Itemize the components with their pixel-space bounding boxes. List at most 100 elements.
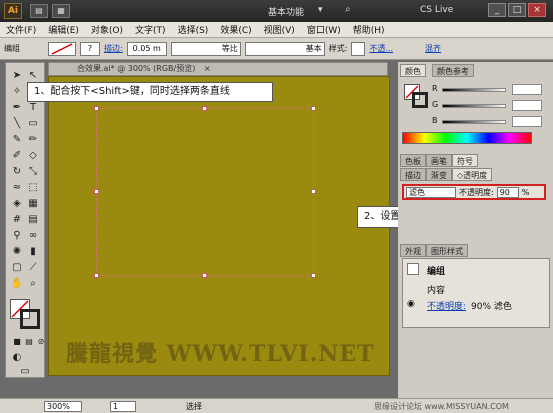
stroke-color-box[interactable]	[20, 309, 40, 329]
selection-handle[interactable]	[94, 273, 99, 278]
tab-transparency[interactable]: ◇透明度	[452, 168, 493, 181]
gradient-tool-icon[interactable]: ▤	[26, 213, 40, 227]
chevron-down-icon[interactable]: ▾	[318, 5, 323, 15]
opacity-link[interactable]: 不透...	[369, 43, 393, 54]
type-tool-icon[interactable]: T	[26, 101, 40, 115]
close-tab-icon[interactable]: ×	[204, 64, 211, 73]
watermark: 騰龍視覺 WWW.TLVI.NET	[66, 341, 375, 367]
menu-window[interactable]: 窗口(W)	[301, 23, 347, 36]
b-slider[interactable]	[442, 120, 506, 124]
menu-object[interactable]: 对象(O)	[85, 23, 129, 36]
tab-appearance[interactable]: 外观	[400, 244, 426, 257]
rectangle-tool-icon[interactable]: ▭	[26, 117, 40, 131]
selection-handle[interactable]	[202, 106, 207, 111]
paintbrush-tool-icon[interactable]: ✎	[10, 133, 24, 147]
pencil-tool-icon[interactable]: ✏	[26, 133, 40, 147]
tab-color-guide[interactable]: 颜色参考	[432, 64, 474, 77]
tab-swatches[interactable]: 色板	[400, 154, 426, 167]
drawing-mode-icon[interactable]: ◐	[10, 351, 24, 365]
selection-handle[interactable]	[311, 273, 316, 278]
magic-wand-tool-icon[interactable]: ✧	[10, 85, 24, 99]
align-link[interactable]: 混齐	[425, 43, 441, 54]
selection-handle[interactable]	[311, 106, 316, 111]
shape-builder-tool-icon[interactable]: ◈	[10, 197, 24, 211]
fill-swatch[interactable]	[48, 41, 76, 56]
tab-gradient[interactable]: 渐变	[426, 168, 452, 181]
selection-tool-icon[interactable]: ➤	[10, 69, 24, 83]
menu-effect[interactable]: 效果(C)	[214, 23, 257, 36]
opacity-field[interactable]: 90	[496, 186, 519, 198]
brush-label: 基本	[305, 44, 322, 53]
artboard-tool-icon[interactable]: ▢	[10, 261, 24, 275]
symbol-sprayer-tool-icon[interactable]: ✺	[10, 245, 24, 259]
g-field[interactable]	[512, 100, 542, 111]
selection-type-label: 编组	[4, 44, 20, 53]
arrange-icon[interactable]: ▦	[52, 4, 70, 18]
pen-tool-icon[interactable]: ✒	[10, 101, 24, 115]
maximize-button[interactable]: □	[508, 3, 526, 17]
r-slider[interactable]	[442, 88, 506, 92]
screen-mode-icon[interactable]: ▭	[18, 365, 32, 379]
tab-stroke[interactable]: 描边	[400, 168, 426, 181]
selection-handle[interactable]	[94, 189, 99, 194]
search-icon[interactable]: ⌕	[345, 4, 351, 15]
mesh-tool-icon[interactable]: #	[10, 213, 24, 227]
appearance-opacity-detail: 90% 滤色	[471, 302, 512, 312]
zoom-select[interactable]: 300%	[44, 401, 82, 412]
tab-graphic-styles[interactable]: 图形样式	[426, 244, 468, 257]
variable-width-profile[interactable]: 等比	[170, 41, 241, 56]
g-slider[interactable]	[442, 104, 506, 108]
r-label: R	[432, 84, 438, 93]
tab-brushes[interactable]: 画笔	[426, 154, 452, 167]
tab-symbols[interactable]: 符号	[452, 154, 478, 167]
slice-tool-icon[interactable]: ⟋	[26, 261, 40, 275]
close-button[interactable]: ×	[528, 3, 546, 17]
menu-file[interactable]: 文件(F)	[0, 23, 42, 36]
warp-tool-icon[interactable]: ≈	[10, 181, 24, 195]
style-swatch[interactable]	[351, 41, 366, 56]
color-spectrum[interactable]	[402, 132, 532, 144]
free-transform-tool-icon[interactable]: ⬚	[26, 181, 40, 195]
workspace-switcher[interactable]: 基本功能	[268, 5, 304, 18]
appearance-opacity-link[interactable]: 不透明度:	[427, 299, 466, 312]
stroke-link[interactable]: 描边:	[104, 43, 123, 54]
blend-tool-icon[interactable]: ∞	[26, 229, 40, 243]
blend-mode-select[interactable]: 滤色	[406, 186, 456, 198]
zoom-tool-icon[interactable]: ⌕	[26, 277, 40, 291]
selection-handle[interactable]	[94, 106, 99, 111]
cs-live-button[interactable]: CS Live	[420, 5, 453, 15]
menu-view[interactable]: 视图(V)	[258, 23, 301, 36]
minimize-button[interactable]: _	[488, 3, 506, 17]
line-tool-icon[interactable]: ╲	[10, 117, 24, 131]
tab-color[interactable]: 颜色	[400, 64, 426, 77]
eyedropper-tool-icon[interactable]: ⚲	[10, 229, 24, 243]
perspective-grid-tool-icon[interactable]: ▦	[26, 197, 40, 211]
menu-help[interactable]: 帮助(H)	[347, 23, 391, 36]
rotate-tool-icon[interactable]: ↻	[10, 165, 24, 179]
scale-tool-icon[interactable]: ⤡	[26, 165, 40, 179]
stroke-swatch[interactable]: ?	[80, 41, 100, 56]
blob-brush-tool-icon[interactable]: ✐	[10, 149, 24, 163]
menu-select[interactable]: 选择(S)	[172, 23, 215, 36]
menu-type[interactable]: 文字(T)	[129, 23, 172, 36]
eye-icon[interactable]: ◉	[407, 299, 415, 309]
none-mode-icon[interactable]: ⊘	[34, 335, 48, 349]
menu-edit[interactable]: 编辑(E)	[42, 23, 85, 36]
selection-bounding-box[interactable]	[96, 108, 314, 276]
r-field[interactable]	[512, 84, 542, 95]
b-field[interactable]	[512, 116, 542, 127]
artboard-number[interactable]: 1	[110, 401, 136, 412]
brush-definition[interactable]: 基本	[244, 41, 325, 56]
document-tab[interactable]: 合效果.ai* @ 300% (RGB/预览) ×	[48, 62, 388, 76]
column-graph-tool-icon[interactable]: ▮	[26, 245, 40, 259]
bridge-icon[interactable]: ▤	[30, 4, 48, 18]
step-callout-1: 1、配合按下<Shift>键，同时选择两条直线	[27, 82, 273, 102]
selection-handle[interactable]	[202, 273, 207, 278]
stroke-weight-field[interactable]: 0.05 m	[126, 41, 167, 56]
appearance-content-label: 内容	[427, 286, 446, 296]
panel-stroke-box[interactable]	[412, 92, 428, 108]
selection-handle[interactable]	[311, 189, 316, 194]
hand-tool-icon[interactable]: ✋	[10, 277, 24, 291]
direct-selection-tool-icon[interactable]: ↖	[26, 69, 40, 83]
eraser-tool-icon[interactable]: ◇	[26, 149, 40, 163]
